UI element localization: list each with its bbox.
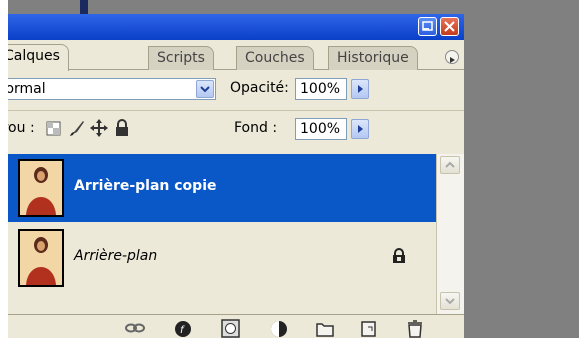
layer-thumbnail[interactable] — [18, 229, 64, 287]
scroll-up-button[interactable] — [440, 156, 460, 174]
portrait-thumbnail-icon — [20, 161, 62, 215]
minimize-icon — [422, 21, 433, 31]
tab-historique[interactable]: Historique — [328, 46, 418, 70]
link-layers-icon[interactable] — [124, 317, 146, 338]
layer-row-arriere-plan[interactable]: Arrière-plan — [8, 224, 436, 292]
palette-bottom-toolbar: f — [8, 314, 464, 338]
lock-label: Verrou : — [8, 120, 35, 136]
opacity-input[interactable]: 100% — [295, 78, 347, 100]
close-button[interactable] — [440, 17, 459, 36]
layer-mask-icon[interactable] — [220, 317, 242, 338]
fill-value: 100% — [300, 121, 341, 137]
fill-input[interactable]: 100% — [295, 118, 347, 140]
lock-position-move-icon[interactable] — [90, 119, 108, 137]
tab-calques[interactable]: Calques — [8, 44, 69, 71]
layer-name[interactable]: Arrière-plan copie — [74, 178, 217, 194]
layer-name[interactable]: Arrière-plan — [74, 248, 157, 264]
new-group-folder-icon[interactable] — [314, 317, 336, 338]
opacity-value: 100% — [300, 81, 341, 97]
blend-mode-select[interactable]: Normal — [8, 78, 216, 100]
background-left — [0, 0, 8, 338]
layer-thumbnail[interactable] — [18, 159, 64, 217]
canvas-edge — [80, 0, 88, 14]
new-layer-icon[interactable] — [358, 317, 380, 338]
layer-lock-icon — [393, 248, 405, 263]
tab-scripts[interactable]: Scripts — [148, 46, 214, 70]
trash-icon[interactable] — [404, 317, 426, 338]
layers-palette: Historique Couches Scripts Calques Norma… — [8, 14, 464, 338]
lock-pixels-brush-icon[interactable] — [68, 119, 86, 137]
opacity-slider-button[interactable] — [351, 79, 369, 99]
blend-opacity-row: Normal Opacité: 100% — [8, 72, 464, 108]
layers-scrollbar[interactable] — [436, 154, 464, 314]
canvas-top-strip — [8, 0, 471, 14]
arrow-right-icon — [358, 85, 363, 93]
portrait-thumbnail-icon — [20, 231, 62, 285]
lock-transparency-icon[interactable] — [46, 121, 62, 137]
chevron-up-icon — [445, 161, 455, 168]
close-icon — [444, 21, 455, 32]
palette-tabs: Historique Couches Scripts Calques — [8, 40, 464, 71]
chevron-down-icon — [445, 298, 455, 305]
layers-list: Arrière-plan copie Arrière-plan — [8, 154, 436, 294]
tab-couches[interactable]: Couches — [236, 46, 314, 70]
blend-mode-value: Normal — [8, 81, 46, 97]
opacity-label: Opacité: — [230, 80, 289, 96]
lock-all-icon[interactable] — [114, 119, 130, 137]
layer-style-icon[interactable]: f — [172, 317, 194, 338]
chevron-down-icon — [200, 86, 210, 93]
layer-row-arriere-plan-copie[interactable]: Arrière-plan copie — [8, 154, 436, 222]
play-menu-icon — [450, 57, 455, 63]
palette-menu-button[interactable] — [445, 50, 459, 64]
blend-mode-dropdown-button[interactable] — [196, 80, 214, 98]
adjustment-layer-icon[interactable] — [268, 317, 290, 338]
lock-fill-row: Verrou : Fond : 100% — [8, 112, 464, 148]
workspace-background — [464, 0, 579, 338]
fill-label: Fond : — [234, 120, 278, 136]
scroll-down-button[interactable] — [440, 292, 460, 310]
minimize-button[interactable] — [418, 17, 437, 36]
fill-slider-button[interactable] — [351, 119, 369, 139]
arrow-right-icon — [358, 125, 363, 133]
divider — [8, 110, 464, 111]
palette-titlebar[interactable] — [8, 14, 464, 40]
